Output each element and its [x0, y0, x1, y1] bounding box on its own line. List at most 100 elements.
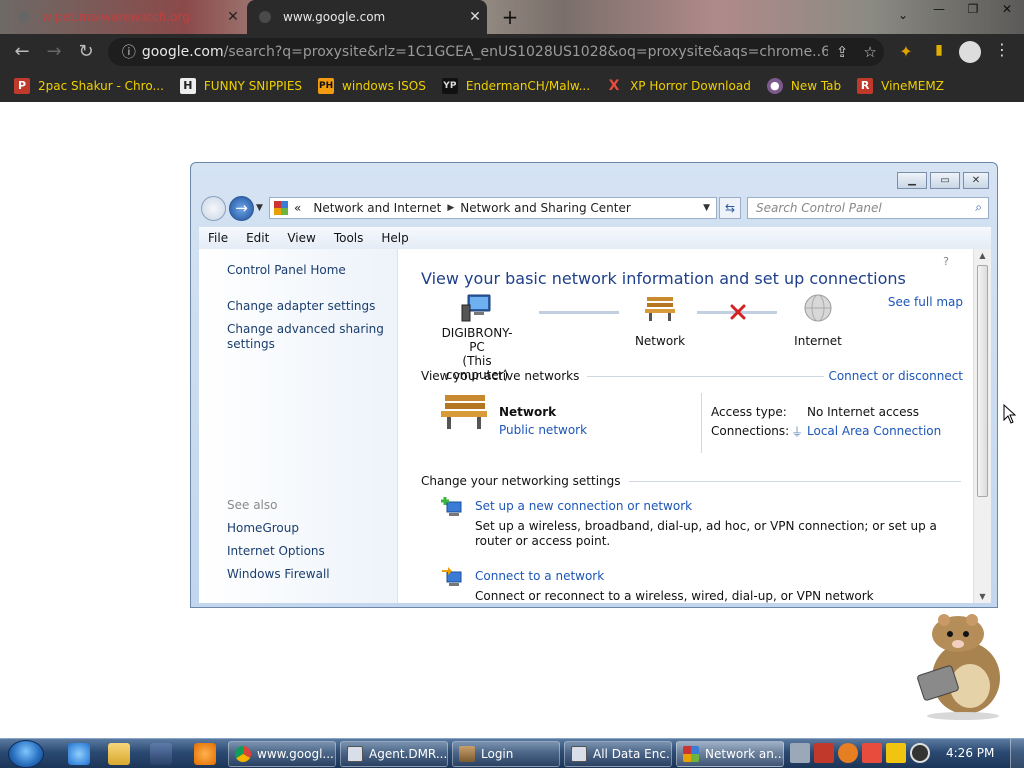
tab-close-icon[interactable]: ✕ [221, 9, 245, 25]
menu-file[interactable]: File [199, 231, 237, 245]
explorer-back-button[interactable] [201, 196, 226, 221]
search-icon[interactable]: ⌕ [975, 200, 982, 215]
windows-firewall-link[interactable]: Windows Firewall [227, 567, 330, 581]
no-connection-x-icon[interactable] [730, 304, 746, 320]
tray-antivirus-icon[interactable] [814, 743, 834, 763]
bookmark-star-icon[interactable]: ☆ [856, 43, 884, 61]
bookmark-2pac[interactable]: P 2pac Shakur - Chro... [14, 78, 164, 94]
local-area-connection-link[interactable]: Local Area Connection [807, 424, 941, 438]
breadcrumb-root[interactable]: « [294, 201, 301, 215]
tray-search-icon[interactable] [838, 743, 858, 763]
start-button[interactable] [8, 740, 44, 768]
scroll-down-icon[interactable]: ▼ [974, 592, 991, 601]
minimize-button[interactable]: — [922, 0, 956, 18]
close-button[interactable]: ✕ [990, 0, 1024, 18]
change-advanced-sharing-link[interactable]: Change advanced sharing settings [227, 322, 387, 352]
paint-app-icon[interactable] [194, 743, 216, 765]
bookmark-label: EndermanCH/Malw... [465, 79, 591, 93]
back-arrow-icon[interactable]: ← [10, 40, 34, 64]
bookmark-funny-snippies[interactable]: H FUNNY SNIPPIES [179, 78, 303, 94]
internet-explorer-icon[interactable] [68, 743, 90, 765]
setup-new-connection-link[interactable]: Set up a new connection or network [475, 499, 692, 513]
breadcrumb-network-internet[interactable]: Network and Internet [313, 201, 441, 215]
new-tab-button[interactable]: + [498, 4, 522, 30]
bookmark-label: FUNNY SNIPPIES [203, 79, 303, 93]
explorer-address-bar[interactable]: « Network and Internet ▶ Network and Sha… [269, 197, 717, 219]
connect-to-network-link[interactable]: Connect to a network [475, 569, 604, 583]
forward-arrow-icon[interactable]: → [42, 40, 66, 64]
window-minimize-button[interactable]: ▁ [897, 172, 927, 189]
tray-volume-icon[interactable] [910, 743, 930, 763]
tray-app-icon[interactable] [790, 743, 810, 763]
bench-icon [645, 297, 675, 321]
explorer-refresh-button[interactable]: ⇆ [719, 197, 741, 219]
recent-pages-chevron-icon[interactable]: ▼ [256, 203, 263, 213]
tab-search-chevron-icon[interactable]: ⌄ [898, 8, 908, 22]
computer-icon [461, 294, 491, 322]
restore-button[interactable]: ❐ [956, 0, 990, 18]
profile-avatar-icon[interactable] [959, 41, 981, 63]
connect-or-disconnect-link[interactable]: Connect or disconnect [824, 369, 963, 383]
taskbar-task-login[interactable]: Login [452, 741, 560, 767]
change-adapter-settings-link[interactable]: Change adapter settings [227, 299, 375, 313]
control-panel-home-link[interactable]: Control Panel Home [227, 263, 346, 277]
bookmark-favicon-icon: PH [318, 78, 335, 94]
connect-to-network-desc: Connect or reconnect to a wireless, wire… [475, 589, 874, 603]
bookmark-label: windows ISOS [342, 79, 426, 93]
browser-menu-icon[interactable]: ⋮ [992, 40, 1012, 64]
network-sharing-center-window: ▁ ▭ ✕ → ▼ « Network and Internet ▶ Netwo… [190, 162, 998, 608]
breadcrumb-separator-icon[interactable]: ▶ [447, 203, 454, 213]
bookmark-endermanch[interactable]: YP EndermanCH/Malw... [441, 78, 591, 94]
taskbar-task-chrome[interactable]: www.googl... [228, 741, 336, 767]
map-internet-node[interactable]: Internet [783, 293, 853, 348]
scroll-thumb[interactable] [977, 265, 988, 497]
internet-options-link[interactable]: Internet Options [227, 544, 325, 558]
file-explorer-icon[interactable] [108, 743, 130, 765]
taskbar-task-agent[interactable]: Agent.DMR... [340, 741, 448, 767]
browser-tab-google[interactable]: www.google.com ✕ [247, 0, 487, 34]
map-network-node[interactable]: Network [625, 293, 695, 348]
browser-tab-malwarewatch[interactable]: wipet.malwarewatch.org ✕ [0, 0, 245, 34]
tray-notes-icon[interactable] [886, 743, 906, 763]
help-icon[interactable]: ? [943, 255, 949, 268]
bookmark-new-tab[interactable]: ● New Tab [766, 78, 841, 94]
taskbar-clock[interactable]: 4:26 PM [946, 746, 994, 760]
show-desktop-button[interactable] [1010, 739, 1024, 768]
bookmark-xp-horror[interactable]: X XP Horror Download [606, 78, 751, 94]
menu-edit[interactable]: Edit [237, 231, 278, 245]
extensions-puzzle-icon[interactable]: ✦ [895, 42, 917, 64]
address-dropdown-icon[interactable]: ▼ [703, 203, 710, 213]
vertical-scrollbar[interactable]: ▲ ▼ [973, 249, 991, 603]
breadcrumb-network-sharing-center[interactable]: Network and Sharing Center [460, 201, 631, 215]
bookmark-favicon-icon: H [179, 78, 196, 94]
menu-tools[interactable]: Tools [325, 231, 373, 245]
share-icon[interactable]: ⇪ [828, 43, 856, 61]
scroll-up-icon[interactable]: ▲ [974, 251, 991, 260]
address-url[interactable]: google.com/search?q=proxysite&rlz=1C1GCE… [142, 44, 828, 60]
tray-flag-icon[interactable] [862, 743, 882, 763]
bookmark-vinememz[interactable]: R VineMEMZ [857, 78, 944, 94]
hamster-pet-icon[interactable] [908, 612, 1008, 720]
tab-close-icon[interactable]: ✕ [463, 9, 487, 25]
media-player-icon[interactable] [150, 743, 172, 765]
bookmark-favicon-icon: ● [766, 78, 783, 94]
public-network-link[interactable]: Public network [499, 423, 587, 437]
search-control-panel-input[interactable]: Search Control Panel ⌕ [747, 197, 989, 219]
address-bar[interactable]: ⓘ google.com/search?q=proxysite&rlz=1C1G… [108, 38, 884, 66]
window-maximize-button[interactable]: ▭ [930, 172, 960, 189]
homegroup-link[interactable]: HomeGroup [227, 521, 299, 535]
reload-icon[interactable]: ↻ [74, 40, 98, 64]
explorer-forward-button[interactable]: → [229, 196, 254, 221]
taskbar-task-label: Login [481, 747, 514, 761]
menu-view[interactable]: View [278, 231, 324, 245]
bookmark-windows-isos[interactable]: PH windows ISOS [318, 78, 426, 94]
side-panel-icon[interactable]: ▮ [928, 42, 950, 64]
taskbar-task-all-data[interactable]: All Data Enc... [564, 741, 672, 767]
taskbar-task-label: Agent.DMR... [369, 747, 448, 761]
menu-help[interactable]: Help [372, 231, 417, 245]
chrome-icon [235, 746, 251, 762]
see-full-map-link[interactable]: See full map [888, 295, 963, 309]
window-close-button[interactable]: ✕ [963, 172, 989, 189]
taskbar-task-network[interactable]: Network an... [676, 741, 784, 767]
site-info-icon[interactable]: ⓘ [116, 42, 142, 62]
